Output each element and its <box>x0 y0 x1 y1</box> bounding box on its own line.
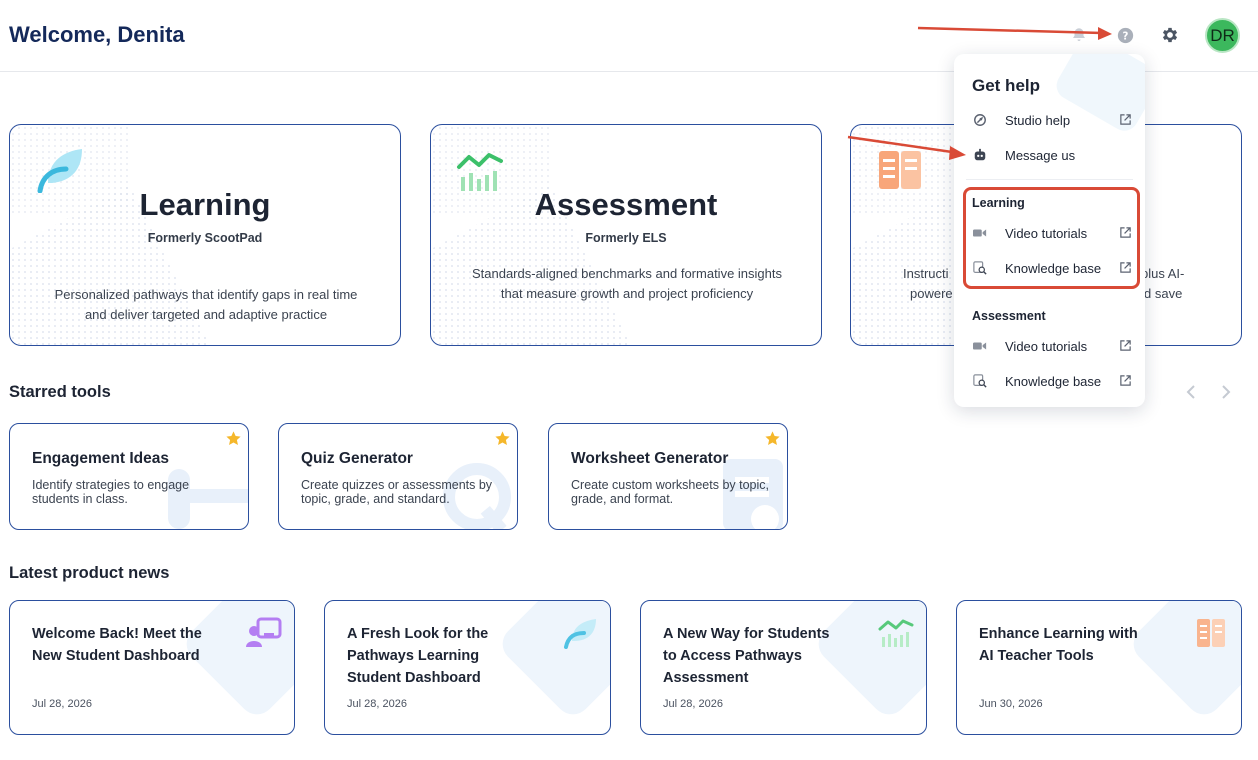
assessment-description: Standards-aligned benchmarks and formati… <box>471 266 782 301</box>
news-title: Enhance Learning with AI Teacher Tools <box>979 626 1138 664</box>
gear-icon[interactable] <box>1158 23 1182 47</box>
menu-item-label: Message us <box>1005 147 1076 163</box>
third-product-desc-left: Instructi powere <box>903 266 953 301</box>
tool-description: Create custom worksheets by topic, grade… <box>571 478 769 506</box>
video-camera-icon <box>972 338 988 354</box>
news-card[interactable]: A New Way for Students to Access Pathway… <box>640 600 927 735</box>
star-icon[interactable] <box>764 430 781 447</box>
tool-title: Worksheet Generator <box>571 450 729 467</box>
tool-card-engagement-ideas[interactable]: Engagement Ideas Identify strategies to … <box>9 423 249 530</box>
menu-item-label: Video tutorials <box>1005 338 1088 354</box>
news-date: Jul 28, 2026 <box>32 698 92 710</box>
news-title: A Fresh Look for the Pathways Learning S… <box>347 626 489 686</box>
tool-card-worksheet-generator[interactable]: Worksheet Generator Create custom worksh… <box>548 423 788 530</box>
chevron-right-icon[interactable] <box>1216 380 1236 404</box>
tool-title: Quiz Generator <box>301 450 413 467</box>
learning-title: Learning <box>139 187 271 222</box>
chevron-left-icon[interactable] <box>1181 380 1201 404</box>
news-card[interactable]: Welcome Back! Meet the New Student Dashb… <box>9 600 295 735</box>
help-menu-title: Get help <box>972 76 1041 95</box>
rocket-icon <box>972 112 988 128</box>
news-heading: Latest product news <box>9 564 170 582</box>
menu-item-label: Knowledge base <box>1005 373 1102 389</box>
starred-tools-heading: Starred tools <box>9 383 111 401</box>
tool-title: Engagement Ideas <box>32 450 169 467</box>
book-icon <box>875 147 927 193</box>
external-link-icon <box>1120 375 1131 386</box>
menu-item-label: Studio help <box>1005 112 1071 128</box>
third-product-desc-right: plus AI- d save <box>1141 266 1185 301</box>
assessment-group-label: Assessment <box>972 309 1046 323</box>
learning-card[interactable]: Learning Formerly ScootPad Personalized … <box>9 124 401 346</box>
avatar-initials: DR <box>1210 25 1235 45</box>
svg-text:?: ? <box>1122 31 1128 42</box>
news-date: Jul 28, 2026 <box>663 698 723 710</box>
presenter-icon <box>246 617 282 647</box>
search-document-icon <box>972 373 988 389</box>
menu-item-studio-help[interactable]: Studio help <box>972 110 1132 130</box>
chat-bot-icon <box>972 147 988 163</box>
chart-icon <box>878 619 914 647</box>
external-link-icon <box>1120 114 1131 125</box>
assessment-title: Assessment <box>534 187 718 222</box>
tool-description: Create quizzes or assessments by topic, … <box>301 478 493 506</box>
assessment-subtitle: Formerly ELS <box>585 231 667 245</box>
welcome-heading: Welcome, Denita <box>9 22 185 47</box>
news-card[interactable]: A Fresh Look for the Pathways Learning S… <box>324 600 611 735</box>
news-date: Jun 30, 2026 <box>979 698 1043 710</box>
menu-item-message-us[interactable]: Message us <box>972 145 1132 165</box>
star-icon[interactable] <box>494 430 511 447</box>
leaf-icon <box>564 619 596 649</box>
assessment-card[interactable]: Assessment Formerly ELS Standards-aligne… <box>430 124 822 346</box>
help-icon[interactable]: ? <box>1114 24 1136 46</box>
news-card[interactable]: Enhance Learning with AI Teacher Tools J… <box>956 600 1242 735</box>
learning-description: Personalized pathways that identify gaps… <box>54 287 358 322</box>
news-date: Jul 28, 2026 <box>347 698 407 710</box>
tool-card-quiz-generator[interactable]: Quiz Generator Create quizzes or assessm… <box>278 423 518 530</box>
highlight-box <box>963 187 1140 289</box>
book-icon <box>1197 619 1225 647</box>
menu-item-assessment-video-tutorials[interactable]: Video tutorials <box>972 336 1132 356</box>
star-icon[interactable] <box>225 430 242 447</box>
news-title: Welcome Back! Meet the New Student Dashb… <box>32 626 202 664</box>
external-link-icon <box>1120 340 1131 351</box>
menu-item-assessment-knowledge-base[interactable]: Knowledge base <box>972 371 1132 391</box>
learning-subtitle: Formerly ScootPad <box>147 231 263 245</box>
avatar[interactable]: DR <box>1205 18 1240 53</box>
menu-divider <box>966 179 1133 180</box>
tool-description: Identify strategies to engage students i… <box>32 478 190 506</box>
bell-icon[interactable] <box>1068 24 1090 46</box>
news-title: A New Way for Students to Access Pathway… <box>663 626 830 686</box>
